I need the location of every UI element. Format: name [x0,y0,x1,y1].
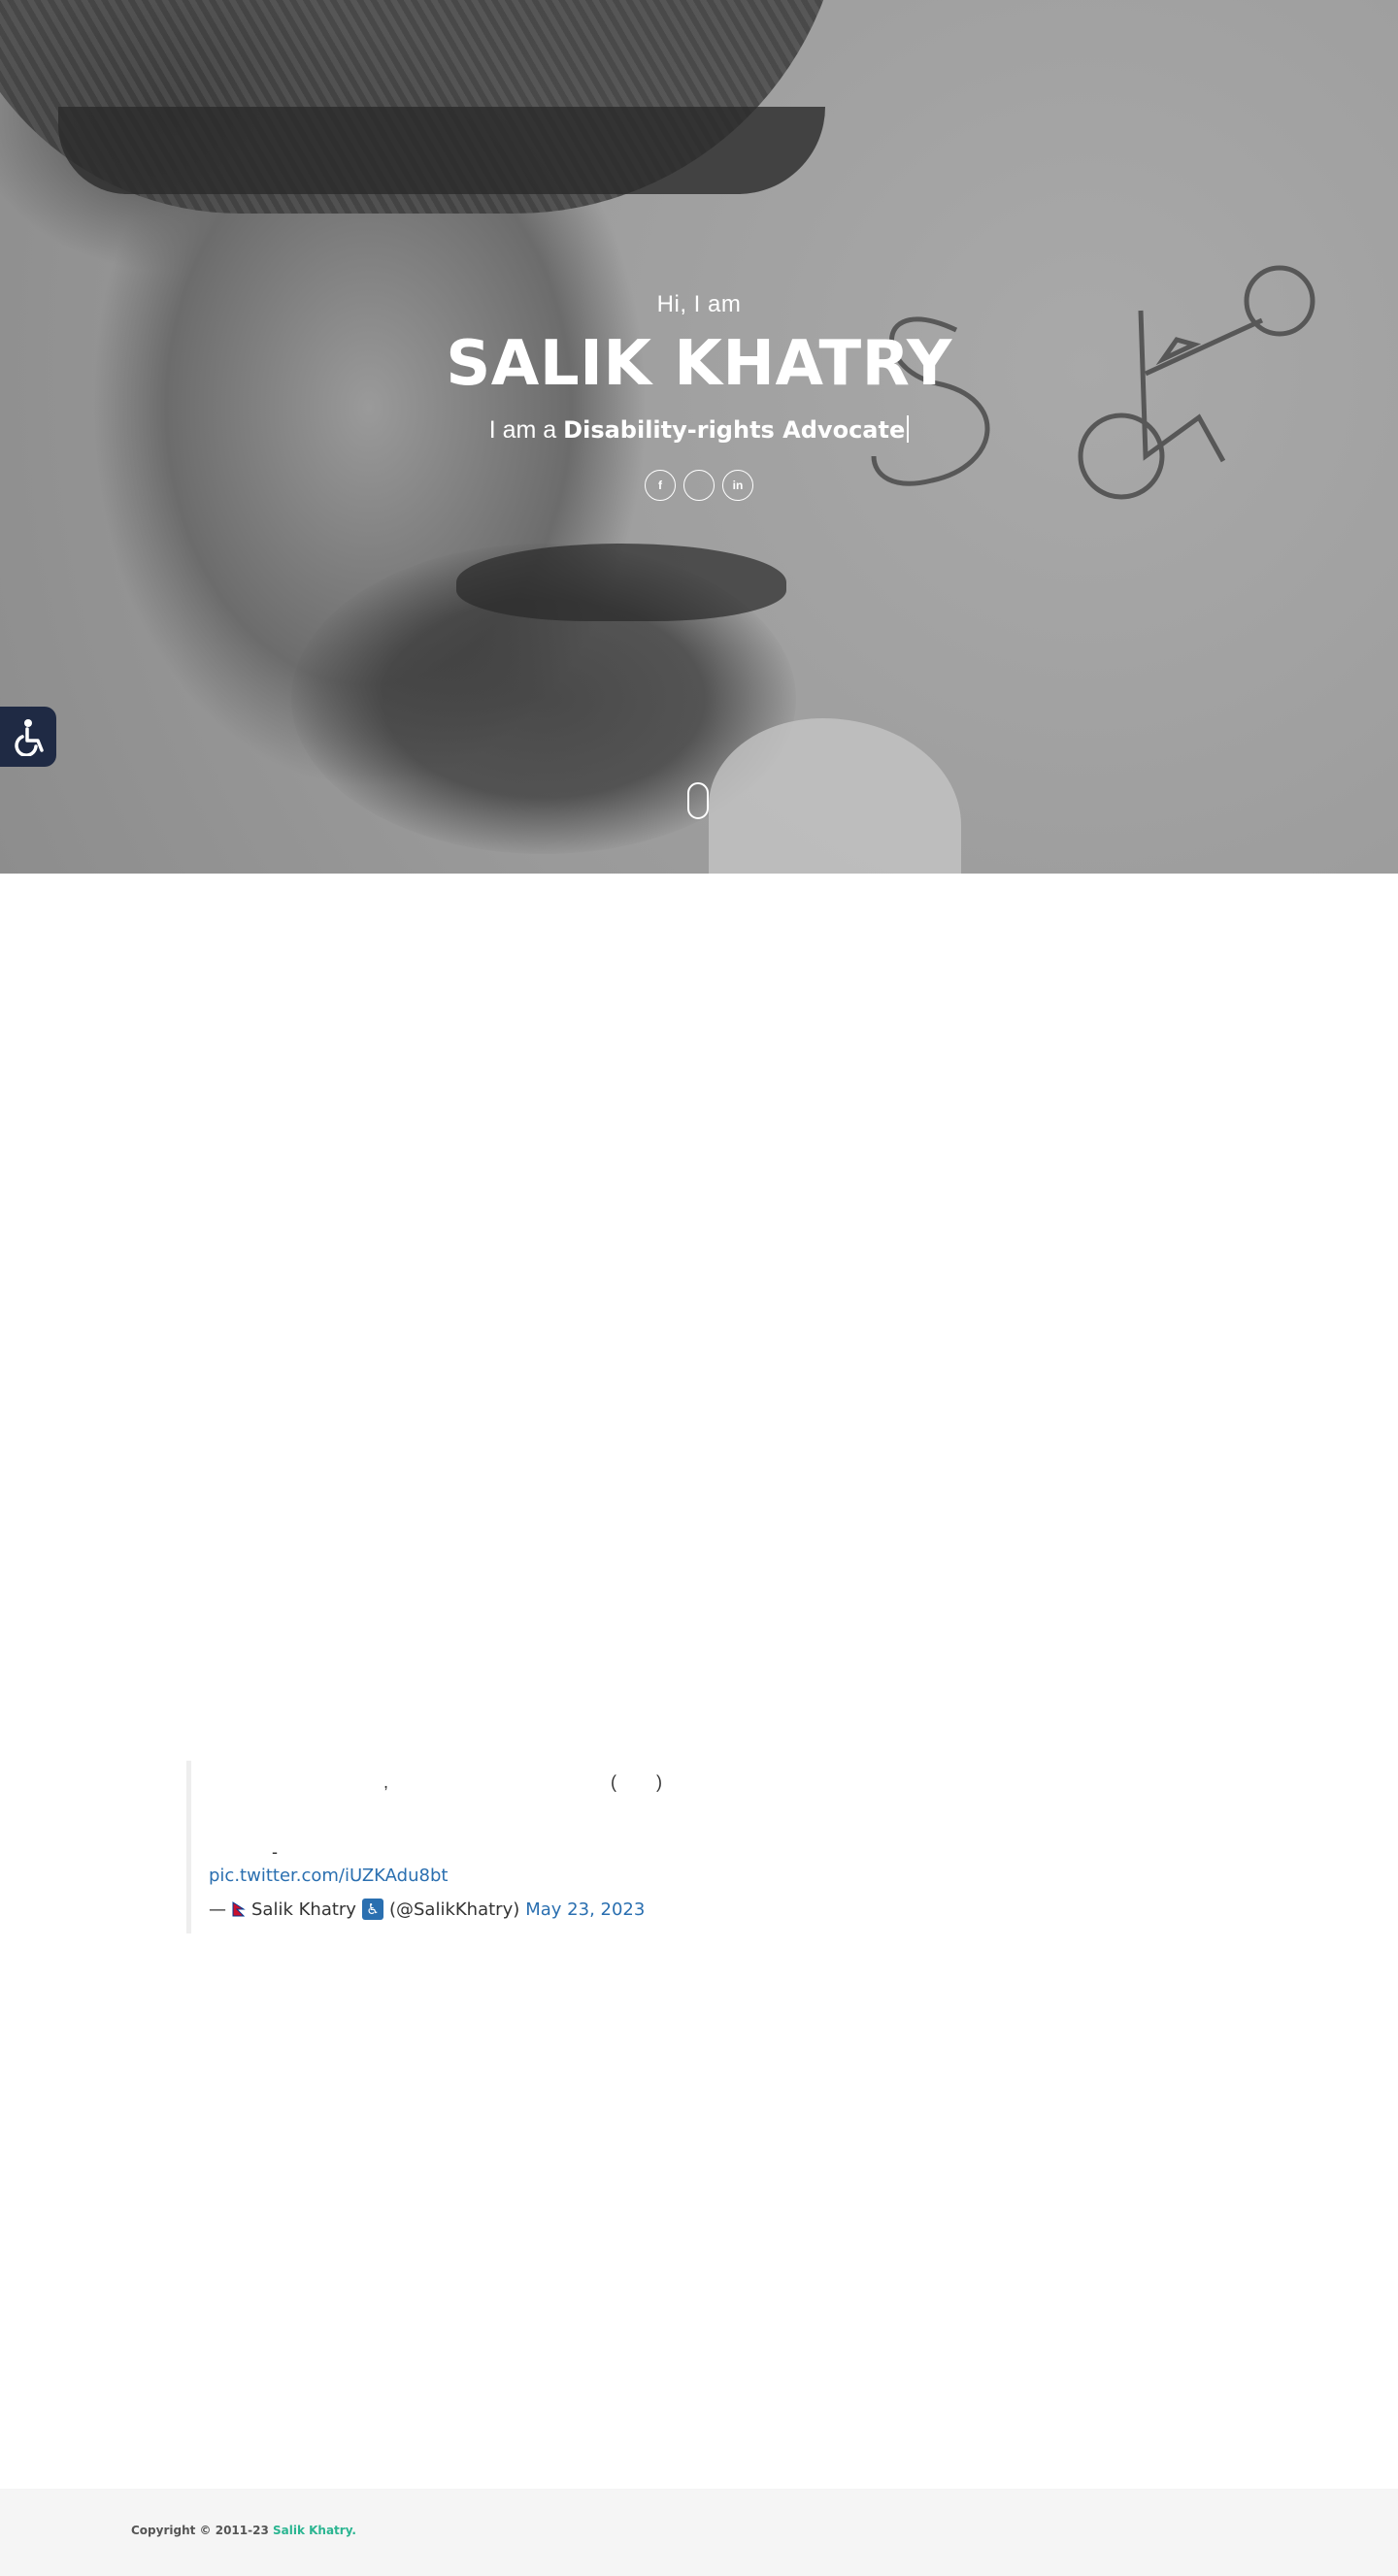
tweet-date-link[interactable]: May 23, 2023 [525,1899,645,1920]
footer-brand-link[interactable]: Salik Khatry. [273,2524,356,2537]
twitter-link[interactable] [683,470,715,501]
hero-section: Hi, I am SALIK KHATRY I am a Disability-… [0,0,1398,874]
nepal-flag-icon [232,1901,246,1917]
tweet-text-paren-close: ) [656,1772,662,1792]
linkedin-icon: in [732,479,744,492]
typing-cursor [907,415,910,443]
hero-greeting: Hi, I am [656,291,742,317]
scroll-down-icon[interactable] [687,782,709,819]
wheelchair-icon [15,719,44,756]
tweet-image-link[interactable]: pic.twitter.com/iUZKAdu8bt [209,1866,448,1886]
social-links: f in [0,470,1398,501]
hero-role-typed: Disability-rights Advocate [563,416,906,444]
copyright-text: Copyright © 2011-23 Salik Khatry. [131,2524,356,2537]
tweet-handle: (@SalikKhatry) [388,1899,520,1920]
copyright-label: Copyright © 2011-23 [131,2524,269,2537]
site-footer: Copyright © 2011-23 Salik Khatry. [0,2489,1398,2576]
tweet-text-comma: , [383,1772,389,1792]
tweet-text-paren-open: ( [611,1772,616,1792]
accessibility-button[interactable] [0,707,56,767]
hero-name: SALIK KHATRY [446,328,952,400]
tweet-attribution: — Salik Khatry ♿ (@SalikKhatry) May 23, … [209,1899,645,1920]
facebook-icon: f [658,479,662,492]
wheelchair-emoji-icon: ♿ [361,1899,383,1920]
hero-role-prefix: I am a [488,416,557,444]
linkedin-link[interactable]: in [722,470,753,501]
facebook-link[interactable]: f [645,470,676,501]
tweet-text-dash: - [272,1842,278,1862]
tweet-author: Salik Khatry [251,1899,356,1920]
hero-role-line: I am a Disability-rights Advocate [0,415,1398,445]
attribution-dash: — [209,1899,226,1920]
hero-intro: Hi, I am SALIK KHATRY I am a Disability-… [0,291,1398,501]
